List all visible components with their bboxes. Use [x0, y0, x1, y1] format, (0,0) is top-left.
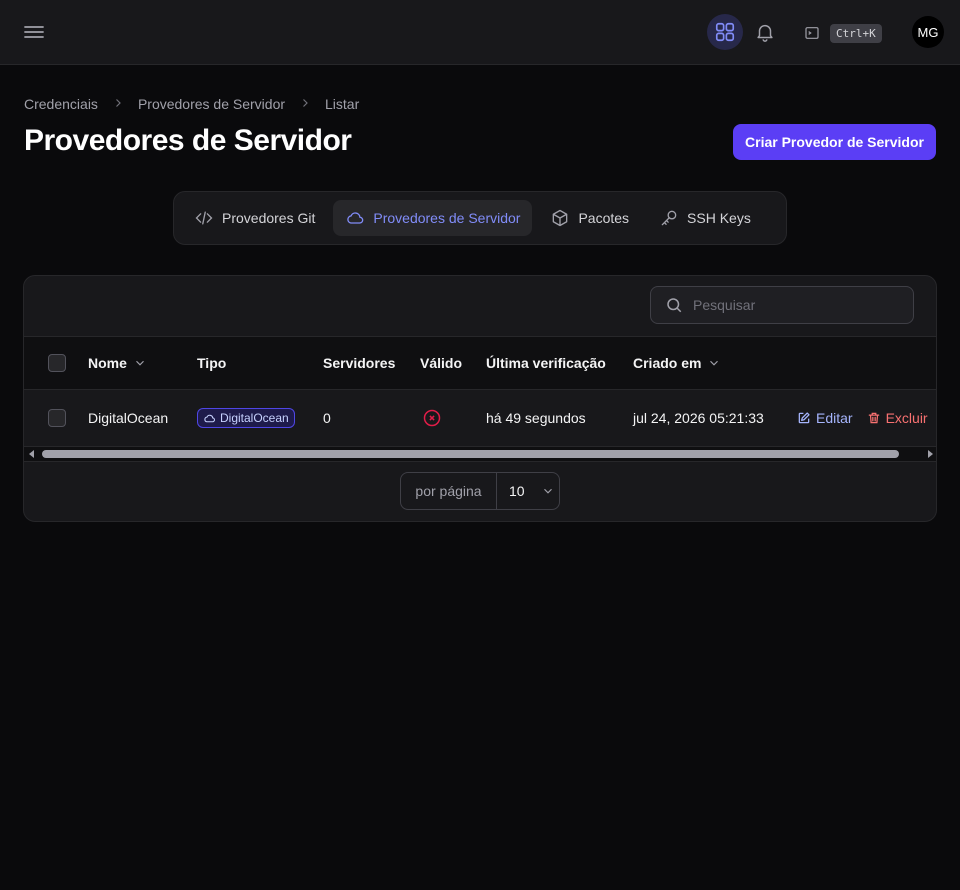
breadcrumb: Credenciais Provedores de Servidor Lista… [24, 96, 359, 112]
credentials-tabs: Provedores Git Provedores de Servidor Pa… [173, 191, 787, 245]
code-icon [195, 211, 213, 225]
terminal-icon [805, 27, 819, 39]
cell-name: DigitalOcean [88, 410, 169, 426]
cell-created: jul 24, 2026 05:21:33 [633, 410, 764, 426]
per-page-select[interactable]: 10 [497, 473, 559, 509]
pagination-control: por página 10 [400, 472, 560, 510]
per-page-label: por página [401, 473, 497, 509]
cloud-icon [347, 212, 364, 224]
column-label: Tipo [197, 355, 227, 371]
per-page-value: 10 [509, 483, 525, 499]
table-row: DigitalOcean DigitalOcean 0 há 49 segund… [24, 390, 936, 446]
delete-label: Excluir [885, 410, 928, 426]
tab-git-providers[interactable]: Provedores Git [182, 200, 327, 236]
search-box [650, 286, 914, 324]
edit-icon [798, 412, 810, 424]
notifications-button[interactable] [752, 19, 778, 45]
column-label: Servidores [323, 355, 396, 371]
table-header: Nome Tipo Servidores Válido Última verif… [24, 336, 936, 390]
page-title: Provedores de Servidor [24, 124, 352, 157]
create-server-provider-button[interactable]: Criar Provedor de Servidor [733, 124, 936, 160]
chevron-down-icon [543, 488, 552, 494]
shortcut-hint: Ctrl+K [830, 23, 882, 43]
search-input[interactable] [693, 297, 893, 313]
chevron-right-icon [299, 96, 311, 112]
select-all-checkbox[interactable] [48, 354, 66, 372]
edit-button[interactable]: Editar [797, 410, 853, 426]
tab-packages[interactable]: Pacotes [538, 200, 641, 236]
cell-last-check: há 49 segundos [486, 410, 586, 426]
tab-label: Pacotes [578, 210, 630, 226]
hamburger-menu-icon[interactable] [22, 20, 46, 44]
column-header-type: Tipo [197, 337, 226, 389]
breadcrumb-current: Listar [325, 96, 360, 112]
cell-actions: Editar Excluir [797, 390, 928, 446]
breadcrumb-server-providers[interactable]: Provedores de Servidor [138, 96, 285, 112]
cell-type: DigitalOcean [197, 390, 295, 446]
select-all-cell [48, 337, 66, 389]
cloud-icon [204, 414, 216, 422]
column-header-valid: Válido [420, 337, 462, 389]
tab-server-providers[interactable]: Provedores de Servidor [333, 200, 533, 236]
invalid-x-circle-icon [423, 409, 441, 427]
column-label: Última verificação [486, 355, 606, 371]
tab-label: Provedores de Servidor [373, 210, 521, 226]
edit-label: Editar [816, 410, 853, 426]
bell-icon [757, 24, 773, 42]
type-badge-label: DigitalOcean [220, 411, 289, 425]
cell-servers: 0 [323, 410, 331, 426]
scroll-right-icon[interactable] [928, 450, 933, 458]
key-icon [661, 210, 677, 226]
row-checkbox[interactable] [48, 409, 66, 427]
tab-label: SSH Keys [687, 210, 751, 226]
column-header-last-check: Última verificação [486, 337, 606, 389]
top-bar: Ctrl+K MG [0, 0, 960, 65]
package-icon [553, 209, 568, 227]
breadcrumb-credentials[interactable]: Credenciais [24, 96, 98, 112]
type-badge: DigitalOcean [197, 408, 295, 428]
row-select-cell [48, 390, 66, 446]
column-header-name[interactable]: Nome [88, 337, 147, 389]
chevron-right-icon [112, 96, 124, 112]
grid-apps-icon [715, 22, 735, 42]
search-icon [667, 298, 682, 313]
column-header-servers: Servidores [323, 337, 395, 389]
providers-table-panel: Nome Tipo Servidores Válido Última verif… [23, 275, 937, 522]
user-avatar[interactable]: MG [912, 16, 944, 48]
column-label: Nome [88, 355, 127, 371]
trash-icon [868, 412, 879, 424]
tab-label: Provedores Git [222, 210, 316, 226]
scroll-left-icon[interactable] [29, 450, 34, 458]
horizontal-scrollbar[interactable] [24, 446, 936, 462]
scrollbar-thumb[interactable] [42, 450, 899, 458]
delete-button[interactable]: Excluir [867, 410, 928, 426]
apps-button[interactable] [707, 14, 743, 50]
chevron-down-icon [135, 360, 144, 366]
cell-valid [422, 390, 442, 446]
column-header-created[interactable]: Criado em [633, 337, 721, 389]
chevron-down-icon [710, 360, 719, 366]
column-label: Criado em [633, 355, 702, 371]
tab-ssh-keys[interactable]: SSH Keys [647, 200, 763, 236]
column-label: Válido [420, 355, 463, 371]
command-palette-button[interactable]: Ctrl+K [804, 22, 882, 44]
